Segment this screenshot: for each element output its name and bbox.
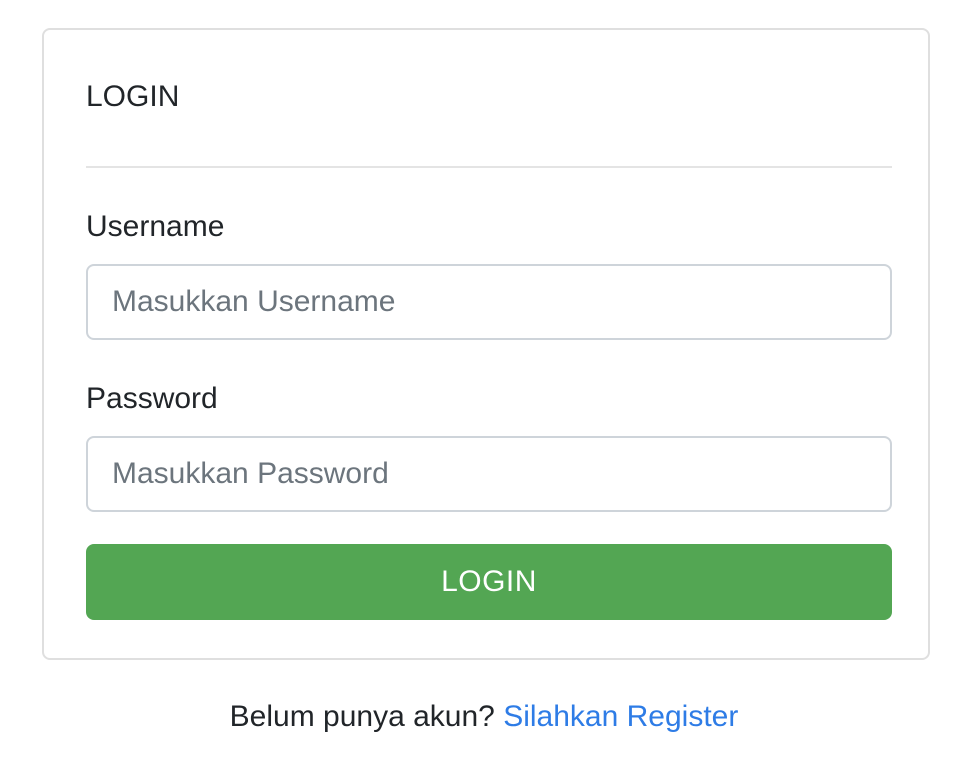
login-card: LOGIN Username Password LOGIN [42, 28, 930, 660]
username-label: Username [86, 210, 225, 243]
password-label: Password [86, 382, 218, 415]
card-divider [86, 166, 892, 168]
password-input[interactable] [86, 436, 892, 512]
register-link[interactable]: Silahkan Register [503, 700, 738, 733]
register-prompt-text: Belum punya akun? [229, 700, 495, 733]
login-button[interactable]: LOGIN [86, 544, 892, 620]
login-page: LOGIN Username Password LOGIN Belum puny… [0, 0, 968, 776]
card-title: LOGIN [86, 80, 180, 113]
register-prompt: Belum punya akun? Silahkan Register [0, 700, 968, 734]
username-input[interactable] [86, 264, 892, 340]
